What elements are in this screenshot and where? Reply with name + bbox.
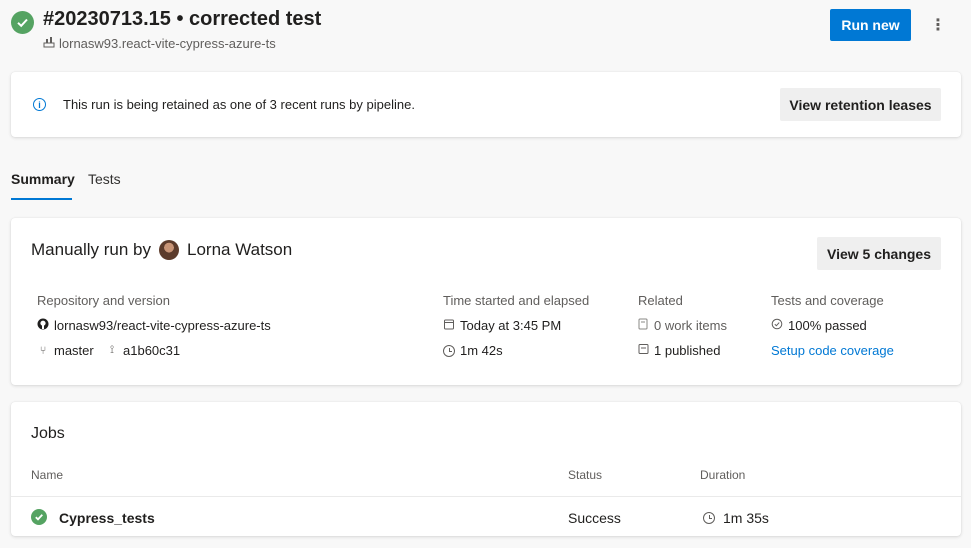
- jobs-title: Jobs: [31, 425, 65, 442]
- work-items-link[interactable]: 0 work items: [638, 318, 727, 333]
- run-by: Manually run by Lorna Watson: [31, 240, 292, 260]
- run-new-button[interactable]: Run new: [830, 9, 911, 41]
- time-started-value: Today at 3:45 PM: [460, 318, 562, 333]
- work-items-count: 0 work items: [654, 318, 727, 333]
- repository-heading: Repository and version: [37, 293, 170, 308]
- retention-message: This run is being retained as one of 3 r…: [63, 97, 415, 112]
- run-by-prefix: Manually run by: [31, 240, 152, 259]
- clock-icon: [443, 344, 455, 357]
- job-status: Success: [568, 510, 621, 526]
- time-elapsed: 1m 42s: [443, 343, 503, 358]
- job-duration-value: 1m 35s: [723, 510, 769, 526]
- setup-code-coverage-link[interactable]: Setup code coverage: [771, 343, 894, 358]
- column-header-duration: Duration: [700, 468, 746, 482]
- repository-name: lornasw93/react-vite-cypress-azure-ts: [54, 318, 271, 333]
- clock-icon: [703, 512, 715, 524]
- tests-passed-value: 100% passed: [788, 318, 867, 333]
- info-icon: i: [33, 98, 46, 111]
- repository-link[interactable]: lornasw93/react-vite-cypress-azure-ts: [37, 318, 271, 333]
- tab-selected-indicator: [11, 198, 72, 200]
- tab-tests[interactable]: Tests: [88, 171, 121, 187]
- published-count: 1 published: [654, 343, 721, 358]
- commit-link[interactable]: ⟟ a1b60c31: [106, 343, 180, 358]
- pipeline-icon: [43, 36, 55, 51]
- branch-link[interactable]: ⑂ master: [37, 343, 94, 358]
- table-divider: [11, 496, 961, 497]
- time-started: Today at 3:45 PM: [443, 318, 561, 333]
- page-title: #20230713.15 • corrected test: [43, 8, 322, 30]
- avatar[interactable]: [159, 240, 180, 260]
- published-link[interactable]: 1 published: [638, 343, 721, 358]
- commit-icon: ⟟: [109, 344, 115, 356]
- pipeline-name-label: lornasw93.react-vite-cypress-azure-ts: [59, 36, 276, 51]
- calendar-icon: [443, 318, 455, 333]
- work-item-icon: [638, 318, 649, 333]
- branch-icon: ⑂: [39, 344, 47, 357]
- pipeline-name[interactable]: lornasw93.react-vite-cypress-azure-ts: [43, 36, 276, 51]
- commit-id: a1b60c31: [123, 343, 181, 358]
- job-duration: 1m 35s: [703, 510, 769, 526]
- run-by-user[interactable]: Lorna Watson: [187, 240, 292, 260]
- passed-icon: [771, 318, 783, 333]
- github-icon: [37, 318, 49, 333]
- time-heading: Time started and elapsed: [443, 293, 590, 308]
- tests-heading: Tests and coverage: [771, 293, 884, 308]
- job-success-icon: [31, 509, 47, 525]
- tests-passed-link[interactable]: 100% passed: [771, 318, 867, 333]
- view-changes-button[interactable]: View 5 changes: [817, 237, 941, 270]
- column-header-name: Name: [31, 468, 64, 482]
- more-actions-icon[interactable]: ⋮: [926, 13, 950, 37]
- tab-summary[interactable]: Summary: [11, 171, 75, 187]
- artifact-icon: [638, 343, 649, 358]
- branch-name: master: [54, 343, 94, 358]
- time-elapsed-value: 1m 42s: [460, 343, 503, 358]
- column-header-status: Status: [568, 468, 603, 482]
- job-name[interactable]: Cypress_tests: [59, 510, 155, 526]
- run-success-icon: [11, 11, 34, 34]
- related-heading: Related: [638, 293, 683, 308]
- view-retention-leases-button[interactable]: View retention leases: [780, 88, 941, 121]
